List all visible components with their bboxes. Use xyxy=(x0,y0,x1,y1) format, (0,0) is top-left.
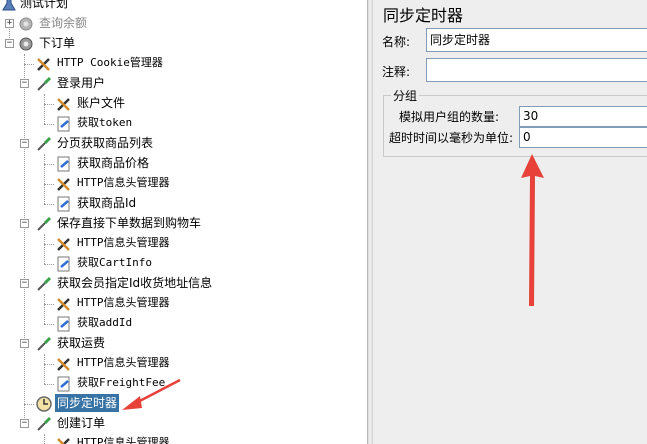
tree-item-get-token[interactable]: 获取token xyxy=(0,114,367,134)
group-title: 分组 xyxy=(391,87,420,104)
comment-label: 注释: xyxy=(382,65,411,79)
tree-item-label: 获取addId xyxy=(77,316,133,329)
pipette-icon xyxy=(37,336,52,351)
sampler-icon xyxy=(57,196,70,212)
tree-item-label: 获取会员指定Id收货地址信息 xyxy=(57,276,213,290)
annotation-arrow xyxy=(521,154,544,306)
pipette-icon xyxy=(37,76,52,91)
tree-item-create-order[interactable]: − 创建订单 xyxy=(0,414,367,434)
tree-item-label: HTTP信息头管理器 xyxy=(77,176,170,189)
sampler-icon xyxy=(57,256,70,272)
pipette-icon xyxy=(37,276,52,291)
name-label: 名称: xyxy=(382,35,411,49)
pipette-icon xyxy=(37,136,52,151)
wrench-icon xyxy=(57,98,70,111)
tree-item-account-file[interactable]: 账户文件 xyxy=(0,94,367,114)
sampler-icon xyxy=(57,116,70,132)
tree-item-label: HTTP信息头管理器 xyxy=(77,236,170,249)
wrench-icon xyxy=(57,298,70,311)
expand-toggle[interactable]: − xyxy=(20,219,29,228)
annotation-arrow xyxy=(122,378,181,410)
tree-item-label: HTTP Cookie管理器 xyxy=(57,56,163,69)
tree-item-label: 查询余额 xyxy=(39,16,88,30)
expand-toggle[interactable]: − xyxy=(20,279,29,288)
wrench-icon xyxy=(57,358,70,371)
tree-item-save-cart[interactable]: − 保存直接下单数据到购物车 xyxy=(0,214,367,234)
wrench-icon xyxy=(57,438,70,444)
tree-item-label: 获取商品Id xyxy=(77,196,137,210)
tree-item-label: 同步定时器 xyxy=(55,394,120,412)
tree-item-get-member-address[interactable]: − 获取会员指定Id收货地址信息 xyxy=(0,274,367,294)
tree-item-label: 账户文件 xyxy=(77,96,126,110)
tree-item-http-header-manager[interactable]: HTTP信息头管理器 xyxy=(0,434,367,444)
tree-item-http-header-manager[interactable]: HTTP信息头管理器 xyxy=(0,234,367,254)
tree-item-label: 获取token xyxy=(77,116,133,129)
tree-item-label: 分页获取商品列表 xyxy=(57,136,154,150)
tree-item-http-header-manager[interactable]: HTTP信息头管理器 xyxy=(0,354,367,374)
tree-item-label: 获取运费 xyxy=(57,336,106,350)
tree-item-http-header-manager[interactable]: HTTP信息头管理器 xyxy=(0,174,367,194)
sampler-icon xyxy=(57,316,70,332)
test-plan-tree[interactable]: 测试计划 + 查询余额 − 下订单 HTTP Cookie管理器 − 登录用户 xyxy=(0,0,367,444)
tree-item-get-product-price[interactable]: 获取商品价格 xyxy=(0,154,367,174)
name-field[interactable]: 同步定时器 xyxy=(426,28,647,52)
expand-toggle[interactable]: − xyxy=(20,419,29,428)
tree-item-test-plan[interactable]: 测试计划 xyxy=(0,0,367,14)
gear-icon xyxy=(19,37,33,51)
tree-item-label: 获取商品价格 xyxy=(77,156,150,170)
expand-toggle[interactable]: − xyxy=(20,339,29,348)
tree-item-login-user[interactable]: − 登录用户 xyxy=(0,74,367,94)
expand-toggle[interactable]: − xyxy=(20,139,29,148)
tree-item-http-cookie-manager[interactable]: HTTP Cookie管理器 xyxy=(0,54,367,74)
tree-item-label: HTTP信息头管理器 xyxy=(77,296,170,309)
tree-item-place-order[interactable]: − 下订单 xyxy=(0,34,367,54)
pipette-icon xyxy=(37,416,52,431)
tree-item-label: 登录用户 xyxy=(57,76,106,90)
expand-toggle[interactable]: + xyxy=(5,19,14,28)
sampler-icon xyxy=(57,376,70,392)
tree-item-get-cartinfo[interactable]: 获取CartInfo xyxy=(0,254,367,274)
users-count-field[interactable]: 30 xyxy=(519,106,647,127)
tree-item-paged-product-list[interactable]: − 分页获取商品列表 xyxy=(0,134,367,154)
timeout-label: 超时时间以毫秒为单位: xyxy=(389,131,514,145)
expand-toggle[interactable]: − xyxy=(20,79,29,88)
tree-item-http-header-manager[interactable]: HTTP信息头管理器 xyxy=(0,294,367,314)
sync-timer-settings-panel: 同步定时器 名称: 同步定时器 注释: 分组 模拟用户组的数量: 30 超时时间… xyxy=(373,0,647,444)
expand-toggle[interactable]: − xyxy=(5,39,14,48)
tree-item-get-freight[interactable]: − 获取运费 xyxy=(0,334,367,354)
gear-icon xyxy=(19,17,33,31)
tree-item-label: 获取CartInfo xyxy=(77,256,152,269)
timeout-field[interactable]: 0 xyxy=(519,127,647,148)
tree-item-label: 保存直接下单数据到购物车 xyxy=(57,216,202,230)
pipette-icon xyxy=(37,216,52,231)
wrench-icon xyxy=(37,58,50,71)
tree-item-label: 下订单 xyxy=(39,36,76,50)
tree-item-label: HTTP信息头管理器 xyxy=(77,356,170,369)
flask-icon xyxy=(2,0,16,11)
sampler-icon xyxy=(57,156,70,172)
tree-item-get-addid[interactable]: 获取addId xyxy=(0,314,367,334)
tree-item-label: 测试计划 xyxy=(20,0,69,10)
users-count-label: 模拟用户组的数量: xyxy=(399,110,500,124)
tree-item-get-product-id[interactable]: 获取商品Id xyxy=(0,194,367,214)
tree-item-query-balance[interactable]: + 查询余额 xyxy=(0,14,367,34)
comment-field[interactable] xyxy=(426,58,647,82)
wrench-icon xyxy=(57,238,70,251)
page-title: 同步定时器 xyxy=(383,6,464,25)
tree-item-label: 创建订单 xyxy=(57,416,106,430)
wrench-icon xyxy=(57,178,70,191)
tree-item-label: HTTP信息头管理器 xyxy=(77,436,170,444)
timer-icon xyxy=(36,396,52,412)
